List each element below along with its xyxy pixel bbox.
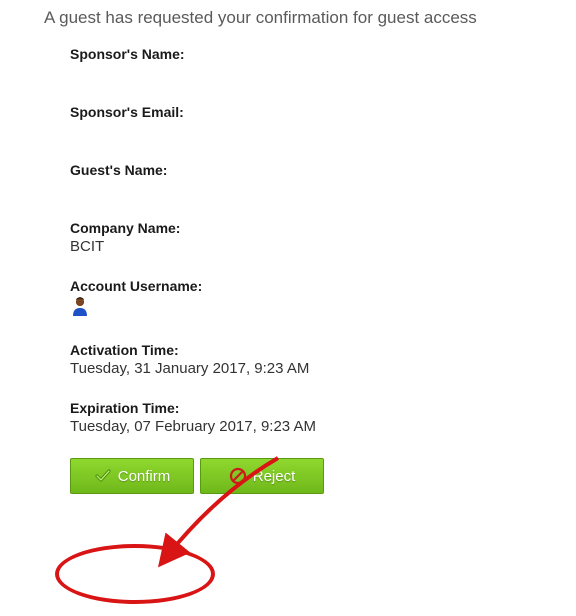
button-row: Confirm Reject: [70, 458, 576, 494]
field-sponsor-email: Sponsor's Email:: [70, 104, 576, 140]
sponsor-name-label: Sponsor's Name:: [70, 46, 576, 62]
field-expiration-time: Expiration Time: Tuesday, 07 February 20…: [70, 400, 576, 436]
check-icon: [94, 467, 112, 485]
expiration-time-value: Tuesday, 07 February 2017, 9:23 AM: [70, 418, 576, 436]
confirm-button-label: Confirm: [118, 468, 171, 485]
guest-name-label: Guest's Name:: [70, 162, 576, 178]
prohibit-icon: [229, 467, 247, 485]
field-company-name: Company Name: BCIT: [70, 220, 576, 256]
field-activation-time: Activation Time: Tuesday, 31 January 201…: [70, 342, 576, 378]
activation-time-value: Tuesday, 31 January 2017, 9:23 AM: [70, 360, 576, 378]
avatar-icon: [70, 296, 90, 320]
page-header: A guest has requested your confirmation …: [0, 0, 576, 28]
expiration-time-label: Expiration Time:: [70, 400, 576, 416]
company-name-value: BCIT: [70, 238, 576, 256]
reject-button-label: Reject: [253, 468, 296, 485]
sponsor-email-label: Sponsor's Email:: [70, 104, 576, 120]
activation-time-label: Activation Time:: [70, 342, 576, 358]
account-username-value: [70, 296, 576, 320]
guest-name-value: [70, 180, 576, 198]
form-content: Sponsor's Name: Sponsor's Email: Guest's…: [0, 28, 576, 494]
account-username-label: Account Username:: [70, 278, 576, 294]
confirm-button[interactable]: Confirm: [70, 458, 194, 494]
annotation-ellipse: [55, 544, 215, 604]
sponsor-name-value: [70, 64, 576, 82]
field-account-username: Account Username:: [70, 278, 576, 320]
company-name-label: Company Name:: [70, 220, 576, 236]
reject-button[interactable]: Reject: [200, 458, 324, 494]
field-guest-name: Guest's Name:: [70, 162, 576, 198]
field-sponsor-name: Sponsor's Name:: [70, 46, 576, 82]
sponsor-email-value: [70, 122, 576, 140]
